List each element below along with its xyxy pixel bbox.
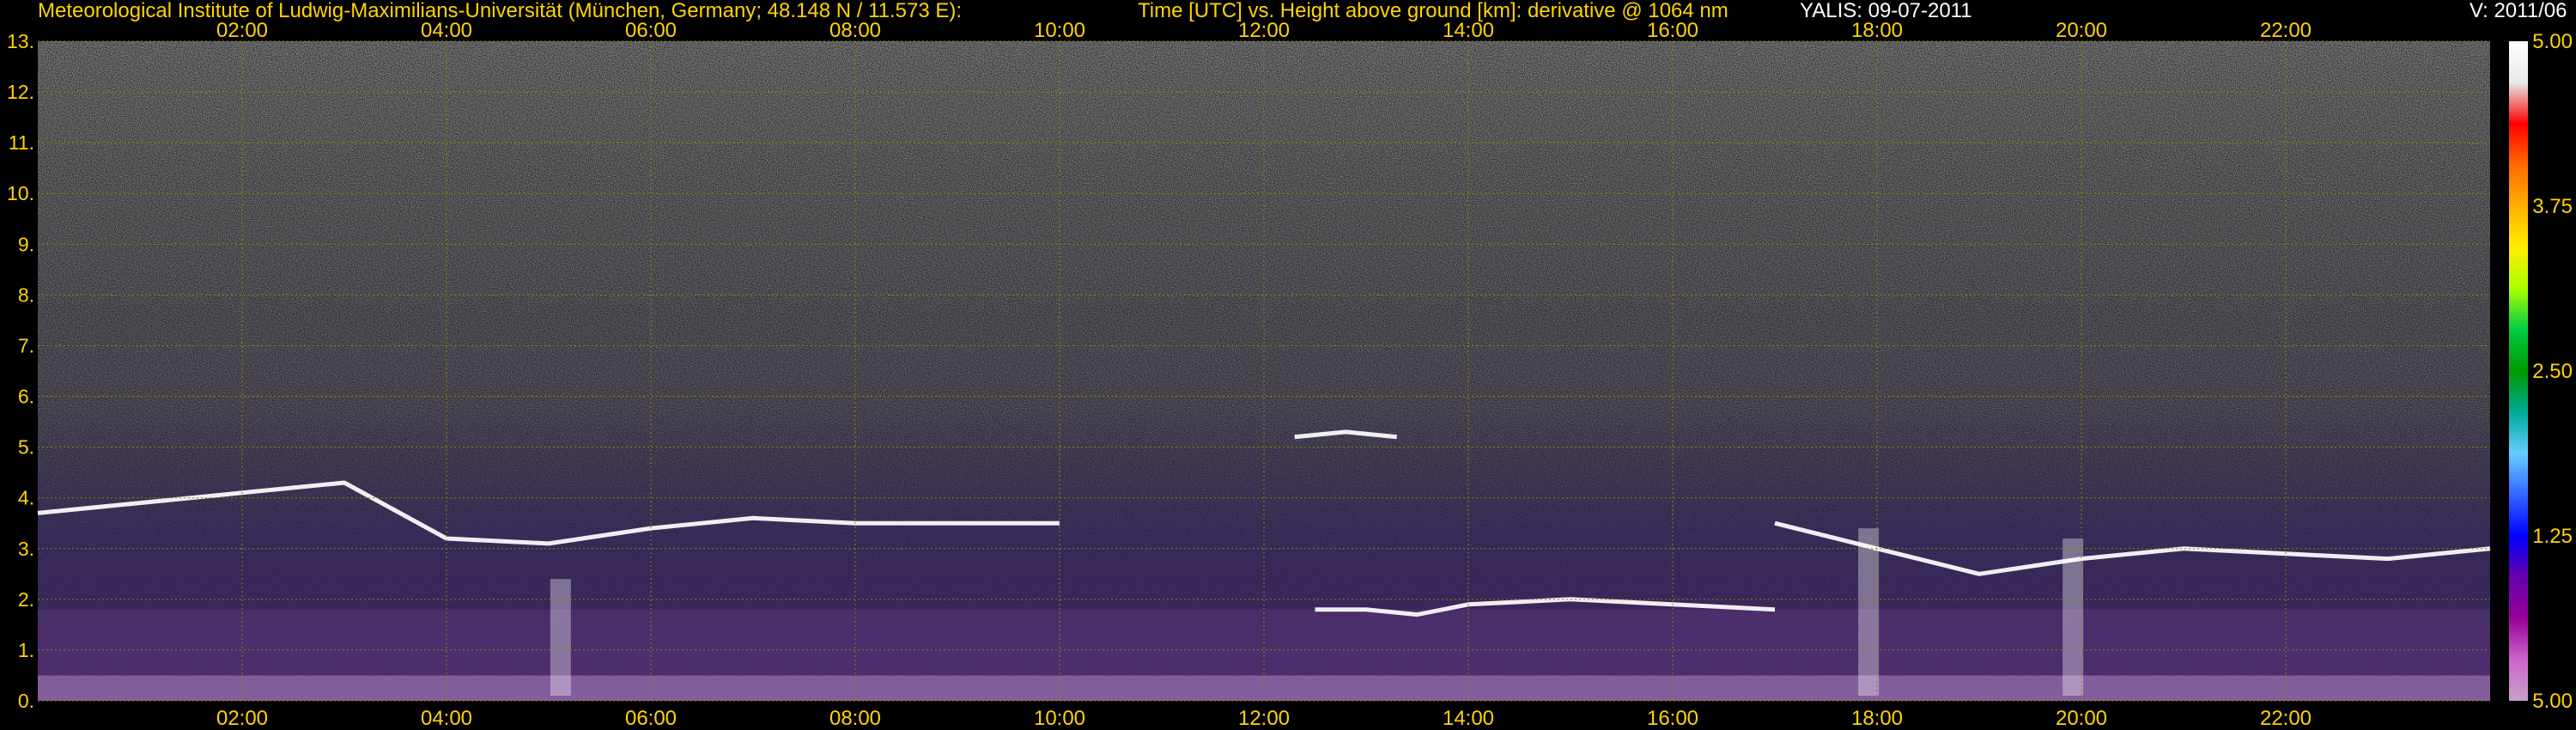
y-tick-label: 11.	[9, 131, 34, 154]
y-tick-label: 6.	[18, 386, 34, 408]
x-tick-label-top: 12:00	[1238, 19, 1290, 42]
x-tick-label-top: 04:00	[421, 19, 472, 42]
x-tick-label-bottom: 06:00	[625, 707, 677, 730]
colorbar: 5.00 3.75 2.50 1.25 5.00	[2509, 30, 2573, 713]
y-tick-label: 8.	[18, 283, 34, 306]
x-tick-label-top: 10:00	[1034, 19, 1085, 42]
x-tick-label-bottom: 22:00	[2260, 707, 2312, 730]
y-tick-label: 10.	[7, 182, 34, 204]
y-tick-label: 5.	[18, 436, 34, 459]
plume-feature	[2063, 538, 2084, 697]
x-tick-label-bottom: 08:00	[829, 707, 881, 730]
x-tick-label-bottom: 16:00	[1647, 707, 1698, 730]
y-tick-label: 3.	[18, 538, 34, 560]
x-tick-label-bottom: 14:00	[1443, 707, 1494, 730]
colorbar-label: 2.50	[2532, 360, 2573, 383]
y-tick-label: 7.	[18, 334, 34, 356]
x-tick-label-top: 20:00	[2056, 19, 2107, 42]
x-tick-label-top: 18:00	[1851, 19, 1903, 42]
colorbar-label: 5.00	[2532, 30, 2573, 53]
x-tick-label-bottom: 02:00	[216, 707, 268, 730]
plume-feature	[1858, 528, 1880, 697]
colorbar-label: 1.25	[2532, 525, 2573, 548]
y-tick-label: 13.	[7, 30, 34, 52]
x-tick-label-bottom: 18:00	[1851, 707, 1903, 730]
y-tick-label: 2.	[18, 588, 34, 611]
x-tick-labels-bottom: 02:00 04:00 06:00 08:00 10:00 12:00 14:00 16:00…	[216, 707, 2312, 730]
y-tick-label: 1.	[18, 639, 34, 661]
plume-feature	[550, 579, 571, 697]
y-tick-label: 0.	[18, 690, 34, 712]
colorbar-label: 5.00	[2532, 690, 2573, 713]
y-tick-label: 4.	[18, 487, 34, 509]
x-tick-label-top: 16:00	[1647, 19, 1698, 42]
x-tick-label-top: 02:00	[216, 19, 268, 42]
colorbar-label: 3.75	[2532, 195, 2573, 218]
x-tick-label-top: 08:00	[829, 19, 881, 42]
y-tick-labels: 0. 1. 2. 3. 4. 5. 6. 7. 8. 9. 10. 11. 12. 13.	[7, 30, 34, 712]
x-tick-labels-top: 02:00 04:00 06:00 08:00 10:00 12:00 14:00 16:00…	[216, 19, 2312, 42]
x-tick-label-bottom: 04:00	[421, 707, 472, 730]
x-tick-label-bottom: 12:00	[1238, 707, 1290, 730]
x-tick-label-top: 22:00	[2260, 19, 2312, 42]
plot-area	[37, 40, 2491, 702]
colorbar-labels: 5.00 3.75 2.50 1.25 5.00	[2532, 30, 2573, 713]
y-tick-label: 12.	[7, 81, 34, 103]
y-tick-label: 9.	[18, 233, 34, 255]
x-tick-label-bottom: 10:00	[1034, 707, 1085, 730]
x-tick-label-top: 14:00	[1443, 19, 1494, 42]
x-tick-label-bottom: 20:00	[2056, 707, 2107, 730]
colorbar-gradient	[2509, 41, 2528, 701]
lidar-heatmap-chart: 02:00 04:00 06:00 08:00 10:00 12:00 14:00 16:00…	[7, 19, 2573, 730]
x-tick-label-top: 06:00	[625, 19, 677, 42]
surface-layer-band	[38, 675, 2490, 701]
